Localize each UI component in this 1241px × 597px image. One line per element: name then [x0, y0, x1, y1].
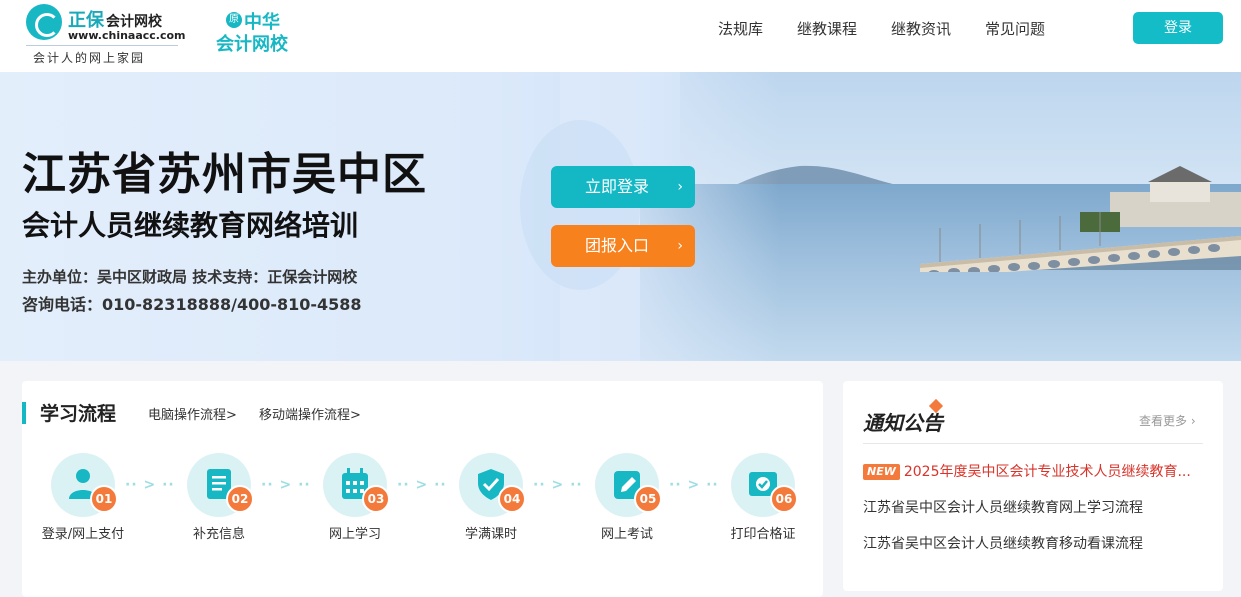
step-number: 03	[362, 485, 390, 513]
step-number: 02	[226, 485, 254, 513]
group-signup-button[interactable]: 团报入口 ›	[551, 225, 695, 267]
logo-tagline: 会计人的网上家园	[33, 51, 146, 65]
step-label: 网上考试	[600, 527, 653, 542]
logo-url: www.chinaacc.com	[68, 29, 186, 42]
step-number: 05	[634, 485, 662, 513]
new-badge: NEW	[863, 464, 900, 480]
process-title: 学习流程	[40, 403, 117, 425]
group-signup-label: 团报入口	[585, 236, 650, 255]
chevron-right-icon: ›	[677, 238, 683, 254]
process-step: 05 网上考试	[582, 453, 672, 573]
learning-process-card: 学习流程 电脑操作流程> 移动端操作流程> 01 登录/网上支付 ·· > ··…	[22, 381, 823, 597]
step-connector: ·· > ··	[125, 477, 175, 493]
view-more-link[interactable]: 查看更多 ›	[1139, 412, 1196, 429]
banner-title: 江苏省苏州市吴中区	[22, 149, 427, 200]
nav-item-faq[interactable]: 常见问题	[985, 17, 1045, 41]
step-connector: ·· > ··	[397, 477, 447, 493]
step-number: 04	[498, 485, 526, 513]
process-step: 03 网上学习	[310, 453, 400, 573]
chinaacc-logo[interactable]: 正保 会计网校 www.chinaacc.com 会计人的网上家园	[24, 2, 186, 66]
logo2-badge: 原	[226, 12, 242, 28]
banner-subtitle: 会计人员继续教育网络培训	[22, 209, 359, 242]
section-accent-bar	[22, 402, 26, 424]
process-step: 04 学满课时	[446, 453, 536, 573]
step-number: 06	[770, 485, 798, 513]
banner-phone: 咨询电话：010-82318888/400-810-4588	[22, 295, 362, 314]
process-step: 02 补充信息	[174, 453, 264, 573]
pc-guide-link[interactable]: 电脑操作流程>	[148, 404, 237, 423]
banner-organizer: 主办单位：吴中区财政局 技术支持：正保会计网校	[22, 268, 358, 286]
logo-divider	[26, 45, 178, 46]
notice-divider	[863, 443, 1203, 444]
nav-item-news[interactable]: 继教资讯	[891, 17, 951, 41]
process-step: 06 打印合格证	[718, 453, 808, 573]
process-step: 01 登录/网上支付	[38, 453, 128, 573]
step-connector: ·· > ··	[669, 477, 719, 493]
site-header: 正保 会计网校 www.chinaacc.com 会计人的网上家园 原 中华 会计…	[0, 0, 1241, 72]
step-connector: ·· > ··	[261, 477, 311, 493]
notice-title: 通知公告	[863, 411, 943, 435]
notice-item[interactable]: NEW 2025年度吴中区会计专业技术人员继续教育...	[863, 461, 1193, 481]
mobile-guide-link[interactable]: 移动端操作流程>	[259, 404, 361, 423]
logo-mark-icon	[26, 4, 62, 40]
step-number: 01	[90, 485, 118, 513]
view-more-label: 查看更多	[1139, 414, 1188, 428]
nav-item-regulations[interactable]: 法规库	[718, 17, 763, 41]
nav-item-courses[interactable]: 继教课程	[797, 17, 857, 41]
login-now-button[interactable]: 立即登录 ›	[551, 166, 695, 208]
login-now-label: 立即登录	[585, 177, 650, 196]
chevron-right-icon: ›	[677, 179, 683, 195]
step-label: 打印合格证	[730, 527, 796, 542]
notice-item[interactable]: 江苏省吴中区会计人员继续教育网上学习流程	[863, 497, 1193, 517]
notice-item[interactable]: 江苏省吴中区会计人员继续教育移动看课流程	[863, 533, 1193, 553]
step-label: 登录/网上支付	[41, 527, 125, 542]
login-button[interactable]: 登录	[1133, 12, 1223, 44]
step-connector: ·· > ··	[533, 477, 583, 493]
step-label: 学满课时	[464, 527, 517, 542]
step-label: 补充信息	[192, 527, 245, 542]
main-nav: 法规库 继教课程 继教资讯 常见问题	[718, 17, 1079, 41]
step-label: 网上学习	[328, 527, 381, 542]
banner-bridge	[920, 166, 1241, 272]
zhonghua-logo[interactable]: 原 中华 会计网校	[214, 8, 300, 58]
chevron-right-icon: ›	[1190, 414, 1196, 428]
notice-item-text: 2025年度吴中区会计专业技术人员继续教育...	[903, 464, 1191, 480]
notice-card: 通知公告 查看更多 › NEW 2025年度吴中区会计专业技术人员继续教育... …	[843, 381, 1223, 591]
logo2-line2: 会计网校	[216, 34, 288, 55]
